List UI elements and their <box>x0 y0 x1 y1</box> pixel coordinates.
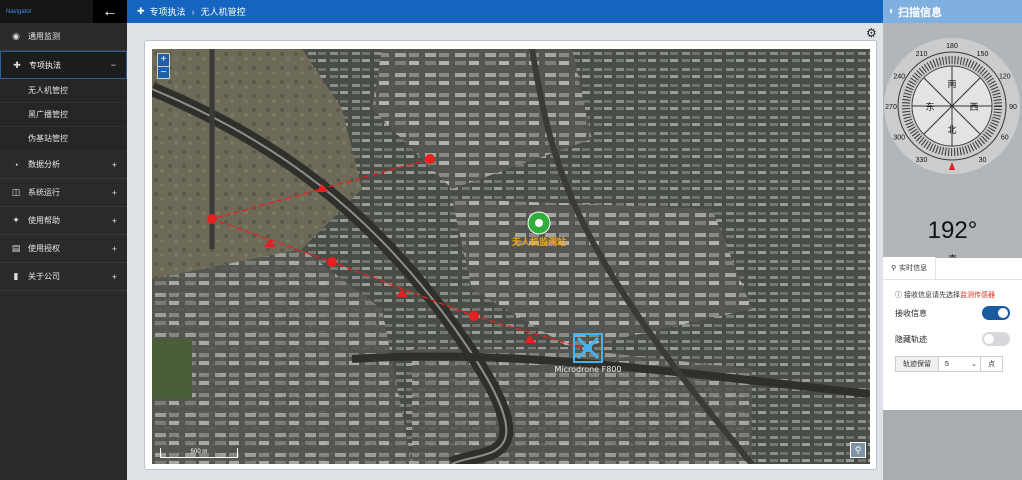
realtime-info: ⚲ 实时信息 ⓘ 接收信息请先选择监测传感器 接收信息 隐藏轨迹 轨迹保留 5 … <box>883 257 1022 410</box>
expand-icon: + <box>111 159 117 170</box>
hide-track-row: 隐藏轨迹 <box>883 326 1022 352</box>
map-pin-icon: ◉ <box>12 31 20 41</box>
expand-icon: + <box>111 271 117 282</box>
tab-label: 实时信息 <box>899 265 928 272</box>
menu-item-data-analysis[interactable]: ◔ 数据分析 + <box>0 151 127 179</box>
gear-icon[interactable]: ⚙ <box>866 26 877 40</box>
sensor-note: ⓘ 接收信息请先选择监测传感器 <box>883 280 1022 300</box>
track-keep-label: 轨迹保留 <box>895 356 939 372</box>
breadcrumb-section[interactable]: 专项执法 <box>150 5 186 18</box>
submenu: 无人机管控 黑广播管控 伪基站管控 <box>0 79 127 151</box>
compass-east: 东 <box>925 101 934 112</box>
menu-item-label: 关于公司 <box>28 272 60 281</box>
station-label: 无人机监测站 <box>511 236 566 248</box>
compass-degree-label: 300 <box>893 135 905 142</box>
location-pin-icon[interactable]: ⚲ <box>850 442 866 458</box>
receive-label: 接收信息 <box>895 308 927 318</box>
submenu-item-fake-base-station[interactable]: 伪基站管控 <box>0 127 127 151</box>
chevron-down-icon: ⌄ <box>971 361 977 368</box>
compass-degree-label: 270 <box>885 104 897 111</box>
scan-info-panel: ◐ 扫描信息 南 北 西 东 1802102402703003300306090… <box>883 0 1022 480</box>
menu-item-general-monitor[interactable]: ◉ 通用监测 <box>0 23 127 51</box>
compass-degree-label: 330 <box>916 157 928 164</box>
compass: 南 北 西 东 1802102402703003300306090120150 <box>884 38 1020 174</box>
sensor-link[interactable]: 监测传感器 <box>960 292 995 299</box>
hide-track-label: 隐藏轨迹 <box>895 334 927 344</box>
receive-row: 接收信息 <box>883 300 1022 326</box>
menu-item-about[interactable]: ▮ 关于公司 + <box>0 263 127 291</box>
columns-icon: ◫ <box>11 187 21 197</box>
info-tabs: ⚲ 实时信息 <box>883 257 1022 280</box>
track-point[interactable] <box>207 214 217 224</box>
sidebar: Navigator ← ◉ 通用监测 ✚ 专项执法 − 无人机管控 黑广播管控 … <box>0 0 127 480</box>
note-text: 接收信息请先选择 <box>903 292 960 299</box>
map-scale: 500 m <box>160 448 238 458</box>
drone-label: Microdrone F800 <box>554 365 621 374</box>
track-point[interactable] <box>425 154 435 164</box>
menu-item-help[interactable]: ✦ 使用帮助 + <box>0 207 127 235</box>
toggle-circle-icon: ◐ <box>889 6 896 17</box>
crosshair-icon: ✚ <box>137 6 145 16</box>
track-keep-select[interactable]: 5 ⌄ <box>939 356 981 372</box>
pie-chart-icon: ◔ <box>13 159 19 170</box>
compass-degree-label: 180 <box>946 43 958 50</box>
magic-wand-icon: ✦ <box>12 215 20 225</box>
compass-north: 北 <box>947 125 956 135</box>
track-point[interactable] <box>327 257 337 267</box>
menu-item-system-operation[interactable]: ◫ 系统运行 + <box>0 179 127 207</box>
submenu-item-drone-control[interactable]: 无人机管控 <box>0 79 127 103</box>
hide-track-toggle[interactable] <box>982 332 1010 346</box>
crosshair-icon: ✚ <box>13 59 21 70</box>
compass-west: 西 <box>969 102 978 112</box>
track-keep-group: 轨迹保留 5 ⌄ 点 <box>895 356 1022 372</box>
collapse-icon: − <box>110 60 116 70</box>
zoom-out-button[interactable]: − <box>158 66 169 78</box>
menu-item-label: 专项执法 <box>29 60 61 70</box>
receive-toggle[interactable] <box>982 306 1010 320</box>
panel-title: 扫描信息 <box>898 6 943 19</box>
back-arrow-icon[interactable]: ← <box>93 0 127 23</box>
satellite-map[interactable]: 无人机监测站 Microdrone F800 + − 500 m ⚲ <box>152 49 870 464</box>
breadcrumb: ✚ 专项执法 › 无人机管控 <box>127 0 883 23</box>
map-frame: 无人机监测站 Microdrone F800 + − 500 m ⚲ <box>144 40 877 470</box>
expand-icon: + <box>111 243 117 254</box>
panel-header: ◐ 扫描信息 <box>883 0 1022 23</box>
menu-item-label: 通用监测 <box>28 32 60 41</box>
menu-item-label: 系统运行 <box>28 188 60 197</box>
compass-degree-label: 150 <box>977 51 989 58</box>
expand-icon: + <box>111 187 117 198</box>
compass-degree-label: 210 <box>916 51 928 58</box>
submenu-item-illegal-broadcast[interactable]: 黑广播管控 <box>0 103 127 127</box>
expand-icon: + <box>111 215 117 226</box>
compass-area: 南 北 西 东 1802102402703003300306090120150 … <box>883 23 1022 263</box>
book-icon: ▮ <box>13 271 19 281</box>
info-icon: ⓘ <box>895 292 902 299</box>
map-canvas: 无人机监测站 Microdrone F800 <box>152 49 870 464</box>
id-card-icon: ▤ <box>11 243 21 253</box>
track-keep-value: 5 <box>945 360 949 368</box>
heading-value: 192° <box>927 217 978 244</box>
track-keep-unit: 点 <box>981 356 1003 372</box>
compass-degree-label: 60 <box>1001 135 1009 142</box>
compass-south: 南 <box>947 78 956 89</box>
menu-item-special-enforcement[interactable]: ✚ 专项执法 − <box>0 51 127 79</box>
track-point[interactable] <box>469 311 479 321</box>
zoom-in-button[interactable]: + <box>158 54 169 66</box>
zoom-control: + − <box>157 53 170 79</box>
compass-degree-label: 240 <box>893 74 905 81</box>
menu-item-label: 使用授权 <box>28 244 60 253</box>
breadcrumb-page: 无人机管控 <box>200 7 246 17</box>
panel-footer <box>883 410 1022 480</box>
compass-degree-label: 120 <box>999 74 1011 81</box>
sidebar-header: Navigator ← <box>0 0 127 23</box>
breadcrumb-separator: › <box>191 6 195 17</box>
compass-degree-label: 30 <box>979 157 987 164</box>
tab-realtime-info[interactable]: ⚲ 实时信息 <box>883 257 937 279</box>
menu-item-label: 使用帮助 <box>28 216 60 225</box>
map-pin-icon: ⚲ <box>891 265 897 272</box>
brand-label: Navigator <box>6 8 32 15</box>
menu-item-label: 数据分析 <box>28 160 60 169</box>
compass-degree-label: 90 <box>1009 104 1017 111</box>
menu-item-license[interactable]: ▤ 使用授权 + <box>0 235 127 263</box>
